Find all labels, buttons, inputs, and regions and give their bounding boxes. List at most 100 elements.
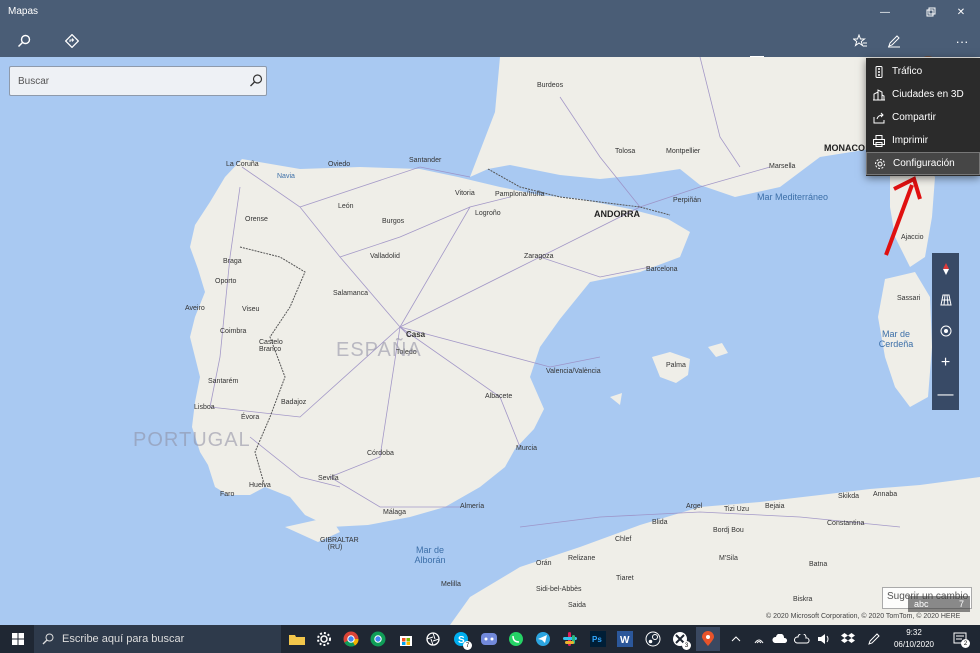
- action-center-button[interactable]: 2: [948, 627, 972, 651]
- city-label: Santarém: [208, 378, 239, 385]
- taskbar-store[interactable]: [394, 627, 418, 651]
- taskbar-word[interactable]: W: [613, 627, 637, 651]
- capital-label: Casa: [406, 330, 426, 339]
- speaker-icon: [818, 634, 829, 644]
- city-label: Bordj Bou: [713, 527, 744, 534]
- zoom-out-button[interactable]: —: [932, 379, 959, 410]
- whatsapp-icon: [509, 632, 523, 646]
- tray-show-hidden[interactable]: [724, 627, 748, 651]
- country-label: MONACO: [824, 143, 865, 153]
- sea-label: Navia: [277, 173, 295, 180]
- tray-volume[interactable]: [812, 627, 836, 651]
- city-label: Sassari: [897, 295, 921, 302]
- menu-item-label: Compartir: [892, 112, 936, 123]
- title-bar: Mapas — ✕: [0, 0, 980, 24]
- city-label: Melilla: [441, 581, 461, 588]
- chevron-up-icon: [731, 636, 741, 642]
- menu-item-3d-cities[interactable]: Ciudades en 3D: [866, 83, 980, 106]
- tab-search[interactable]: [12, 30, 36, 52]
- map-controls: + —: [932, 253, 959, 410]
- maps-pin-icon: [702, 631, 714, 646]
- xbox-badge: 3: [682, 641, 691, 650]
- city-label: Évora: [241, 414, 260, 421]
- taskbar-camera-app[interactable]: [421, 627, 445, 651]
- tray-onedrive[interactable]: [768, 627, 792, 651]
- plus-icon: +: [940, 353, 951, 371]
- favorites-button[interactable]: [848, 30, 872, 52]
- photoshop-icon: Ps: [590, 631, 606, 647]
- city-label: Faro: [220, 491, 235, 498]
- svg-text:Ps: Ps: [592, 635, 602, 644]
- aperture-icon: [426, 632, 440, 646]
- search-input[interactable]: [10, 67, 240, 95]
- taskbar-chrome[interactable]: [339, 627, 363, 651]
- sea-label: Mar de Cerdeña: [878, 329, 914, 349]
- city-label: Santander: [409, 157, 442, 164]
- close-button[interactable]: ✕: [942, 0, 980, 24]
- minimize-button[interactable]: —: [866, 0, 904, 24]
- taskbar-slack[interactable]: [558, 627, 582, 651]
- taskbar-telegram[interactable]: [531, 627, 555, 651]
- taskbar-xbox[interactable]: 3: [668, 627, 692, 651]
- taskbar-search[interactable]: Escribe aquí para buscar: [34, 625, 281, 653]
- menu-item-share[interactable]: Compartir: [866, 106, 980, 129]
- country-label: ESPAÑA: [336, 339, 422, 361]
- pen-workspace-icon: [868, 633, 880, 645]
- map-canvas[interactable]: Burdeos Tolosa Montpellier Marsella Perp…: [0, 57, 980, 625]
- more-icon: ···: [955, 33, 969, 49]
- city-label: Huelva: [249, 482, 271, 489]
- menu-item-label: Ciudades en 3D: [892, 89, 964, 100]
- city-label: Málaga: [383, 509, 406, 516]
- start-button[interactable]: [6, 627, 30, 651]
- taskbar-chrome-2[interactable]: [366, 627, 390, 651]
- taskbar-photoshop[interactable]: Ps: [586, 627, 610, 651]
- search-box: [9, 66, 267, 96]
- slack-icon: [563, 632, 577, 646]
- cloud-icon: [772, 634, 788, 643]
- taskbar-maps-active[interactable]: [696, 627, 720, 651]
- menu-item-label: Tráfico: [892, 66, 923, 77]
- tray-dropbox[interactable]: [836, 627, 860, 651]
- favorites-icon: [853, 34, 867, 47]
- ink-button[interactable]: [882, 30, 906, 52]
- pen-icon: [888, 35, 900, 48]
- menu-item-settings[interactable]: Configuración: [866, 152, 980, 175]
- more-options-button[interactable]: ···: [950, 30, 974, 52]
- city-label: Albacete: [485, 393, 513, 400]
- city-label: Córdoba: [367, 450, 394, 457]
- my-location-button[interactable]: [932, 315, 959, 346]
- city-label: Barcelona: [646, 266, 678, 273]
- city-label: Sidi-bel-Abbès: [536, 586, 582, 593]
- city-label: Tizi Uzu: [724, 506, 750, 513]
- zoom-in-button[interactable]: +: [932, 347, 959, 378]
- city-label: Constantina: [827, 520, 865, 527]
- dropbox-icon: [841, 633, 855, 643]
- search-icon[interactable]: [248, 73, 264, 89]
- tray-onedrive-2[interactable]: [790, 627, 814, 651]
- windows-logo-icon: [12, 633, 24, 645]
- taskbar-whatsapp[interactable]: [504, 627, 528, 651]
- city-label: Lisboa: [194, 404, 215, 411]
- city-label: Marsella: [769, 163, 796, 170]
- red-arrow-annotation: [884, 176, 922, 256]
- menu-item-print[interactable]: Imprimir: [866, 129, 980, 152]
- taskbar-clock[interactable]: 9:32 06/10/2020: [892, 627, 936, 651]
- city-label: M'Sila: [719, 555, 738, 562]
- city-label: Palma: [666, 362, 686, 369]
- taskbar-file-explorer[interactable]: [285, 627, 309, 651]
- country-label: PORTUGAL: [133, 429, 251, 451]
- compass-button[interactable]: [932, 253, 959, 284]
- tilt-button[interactable]: [932, 284, 959, 315]
- taskbar-steam[interactable]: [641, 627, 665, 651]
- menu-item-traffic[interactable]: Tráfico: [866, 60, 980, 83]
- taskbar-settings[interactable]: [312, 627, 336, 651]
- taskbar-discord[interactable]: [477, 627, 501, 651]
- menu-item-label: Configuración: [893, 158, 955, 169]
- tab-directions[interactable]: [60, 30, 84, 52]
- folder-icon: [289, 635, 305, 645]
- telegram-icon: [536, 632, 550, 646]
- tray-pen[interactable]: [862, 627, 886, 651]
- city-label: Batna: [809, 561, 828, 568]
- taskbar-skype[interactable]: S 7: [449, 627, 473, 651]
- gear-icon: [317, 632, 331, 646]
